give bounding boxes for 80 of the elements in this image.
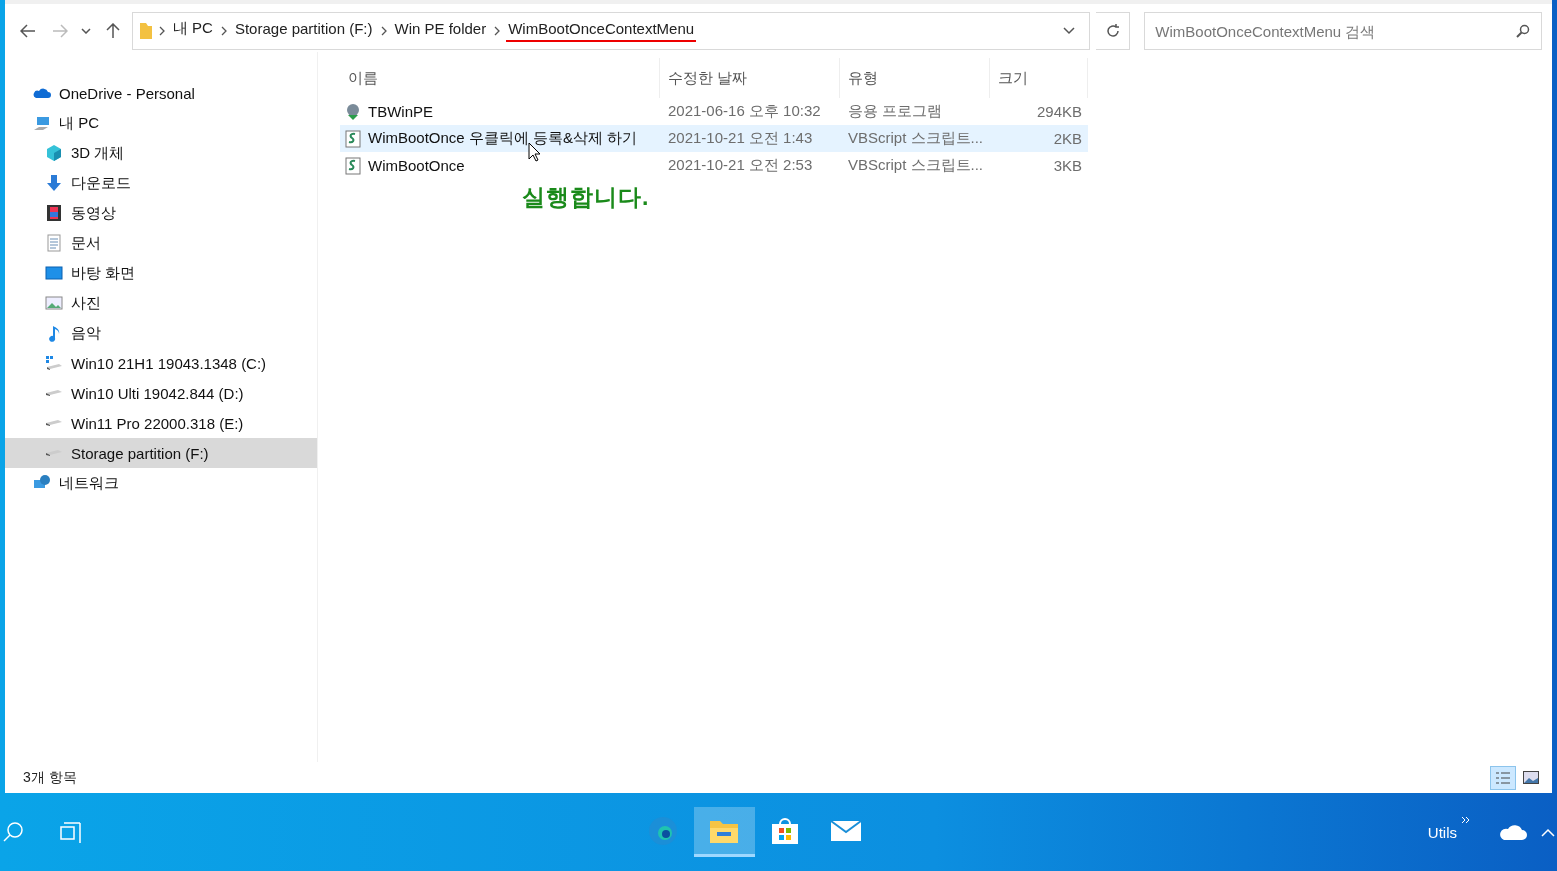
size-cell-text: 2KB: [1052, 130, 1083, 147]
folder-icon: [138, 22, 153, 40]
chevron-right-icon: [220, 26, 227, 36]
sidebar-item[interactable]: 다운로드: [5, 168, 317, 198]
sidebar-item[interactable]: Win10 Ulti 19042.844 (D:): [5, 378, 317, 408]
item-count: 3개 항목: [23, 768, 77, 787]
annotation-text: 실행합니다.: [522, 183, 650, 212]
type-cell-text: VBScript 스크립트...: [847, 156, 985, 175]
column-header[interactable]: 크기: [990, 58, 1088, 98]
download-icon: [45, 174, 63, 192]
refresh-button[interactable]: [1095, 12, 1131, 50]
column-header[interactable]: 유형: [840, 58, 990, 98]
file-row[interactable]: WimBootOnce 2021-10-21 오전 2:53 VBScript 스크립트... 3KB: [340, 152, 1088, 179]
film-icon: [45, 204, 63, 222]
drive-icon: [45, 420, 63, 426]
file-row[interactable]: WimBootOnce 우클릭에 등록&삭제 하기 2021-10-21 오전 1:43 VBScript 스크립트... 2KB: [340, 125, 1088, 152]
chevron-right-icon: [158, 26, 165, 36]
chevron-down-icon: [81, 28, 92, 34]
chevron-down-icon[interactable]: [1062, 27, 1075, 35]
breadcrumb[interactable]: Storage partition (F:): [232, 20, 375, 42]
shopping-bag-icon: [770, 815, 801, 846]
sidebar-item[interactable]: Win11 Pro 22000.318 (E:): [5, 408, 317, 438]
date-cell-text: 2021-10-21 오전 2:53: [667, 156, 814, 175]
file-row[interactable]: TBWinPE 2021-06-16 오후 10:32 응용 프로그램 294KB: [340, 98, 1088, 125]
search-icon: [1516, 24, 1530, 38]
sidebar-item[interactable]: 3D 개체: [5, 138, 317, 168]
search-icon[interactable]: [2, 821, 24, 843]
sidebar-item[interactable]: 사진: [5, 288, 317, 318]
windrive-icon: [45, 354, 63, 372]
back-arrow-icon: [20, 24, 36, 38]
sidebar-item[interactable]: 바탕 화면: [5, 258, 317, 288]
size-cell-text: 3KB: [1052, 157, 1083, 174]
document-icon: [45, 234, 63, 252]
type-cell-text: VBScript 스크립트...: [847, 129, 985, 148]
sidebar-item[interactable]: 동영상: [5, 198, 317, 228]
toolbar-label[interactable]: Utils: [1427, 823, 1457, 841]
pc-icon: [33, 114, 51, 132]
script-icon: [344, 129, 362, 148]
file-name: WimBootOnce: [368, 157, 465, 174]
sidebar-item[interactable]: OneDrive - Personal: [5, 78, 317, 108]
picture-icon: [45, 294, 63, 312]
sidebar-item[interactable]: Storage partition (F:): [5, 438, 317, 468]
cloud-icon[interactable]: [1499, 823, 1527, 841]
sidebar-item[interactable]: 음악: [5, 318, 317, 348]
app-icon: [344, 102, 362, 121]
file-name: WimBootOnce 우클릭에 등록&삭제 하기: [368, 129, 638, 148]
drive-icon: [45, 450, 63, 456]
sidebar-item[interactable]: Win10 21H1 19043.1348 (C:): [5, 348, 317, 378]
desktop-icon: [45, 264, 63, 282]
chevron-right-icon: [494, 26, 501, 36]
task-view-icon[interactable]: [60, 821, 82, 843]
drive-icon: [45, 390, 63, 396]
script-icon: [344, 156, 362, 175]
breadcrumb[interactable]: Win PE folder: [392, 20, 489, 42]
taskbar-app-button[interactable]: [693, 807, 755, 857]
sidebar-item[interactable]: 문서: [5, 228, 317, 258]
list-icon: [1495, 770, 1511, 785]
size-cell-text: 294KB: [1035, 103, 1083, 120]
browser-icon: [647, 814, 680, 847]
address-bar[interactable]: 내 PC Storage partition (F:) Win PE folder WimBootOnceContextMenu: [131, 12, 1090, 50]
file-name: TBWinPE: [368, 103, 433, 120]
forward-arrow-icon: [52, 24, 68, 38]
mail-icon: [830, 818, 863, 843]
sidebar-item[interactable]: 내 PC: [5, 108, 317, 138]
date-cell-text: 2021-06-16 오후 10:32: [667, 102, 822, 121]
refresh-icon: [1104, 23, 1121, 39]
sidebar-item[interactable]: 네트워크: [5, 468, 317, 498]
search-field[interactable]: WimBootOnceContextMenu 검색: [1144, 12, 1542, 50]
chevron-right-icon: [380, 26, 387, 36]
picture-icon: [1523, 771, 1539, 784]
cube-icon: [45, 144, 63, 162]
up-arrow-icon: [105, 23, 120, 39]
double-chevron-icon[interactable]: [1461, 816, 1471, 826]
column-header[interactable]: 이름: [340, 58, 660, 98]
type-cell-text: 응용 프로그램: [847, 102, 944, 121]
breadcrumb[interactable]: WimBootOnceContextMenu: [506, 20, 697, 42]
date-cell-text: 2021-10-21 오전 1:43: [667, 129, 814, 148]
breadcrumb[interactable]: 내 PC: [170, 19, 215, 43]
column-header[interactable]: 수정한 날짜: [660, 58, 840, 98]
chevron-up-icon[interactable]: [1541, 827, 1555, 837]
